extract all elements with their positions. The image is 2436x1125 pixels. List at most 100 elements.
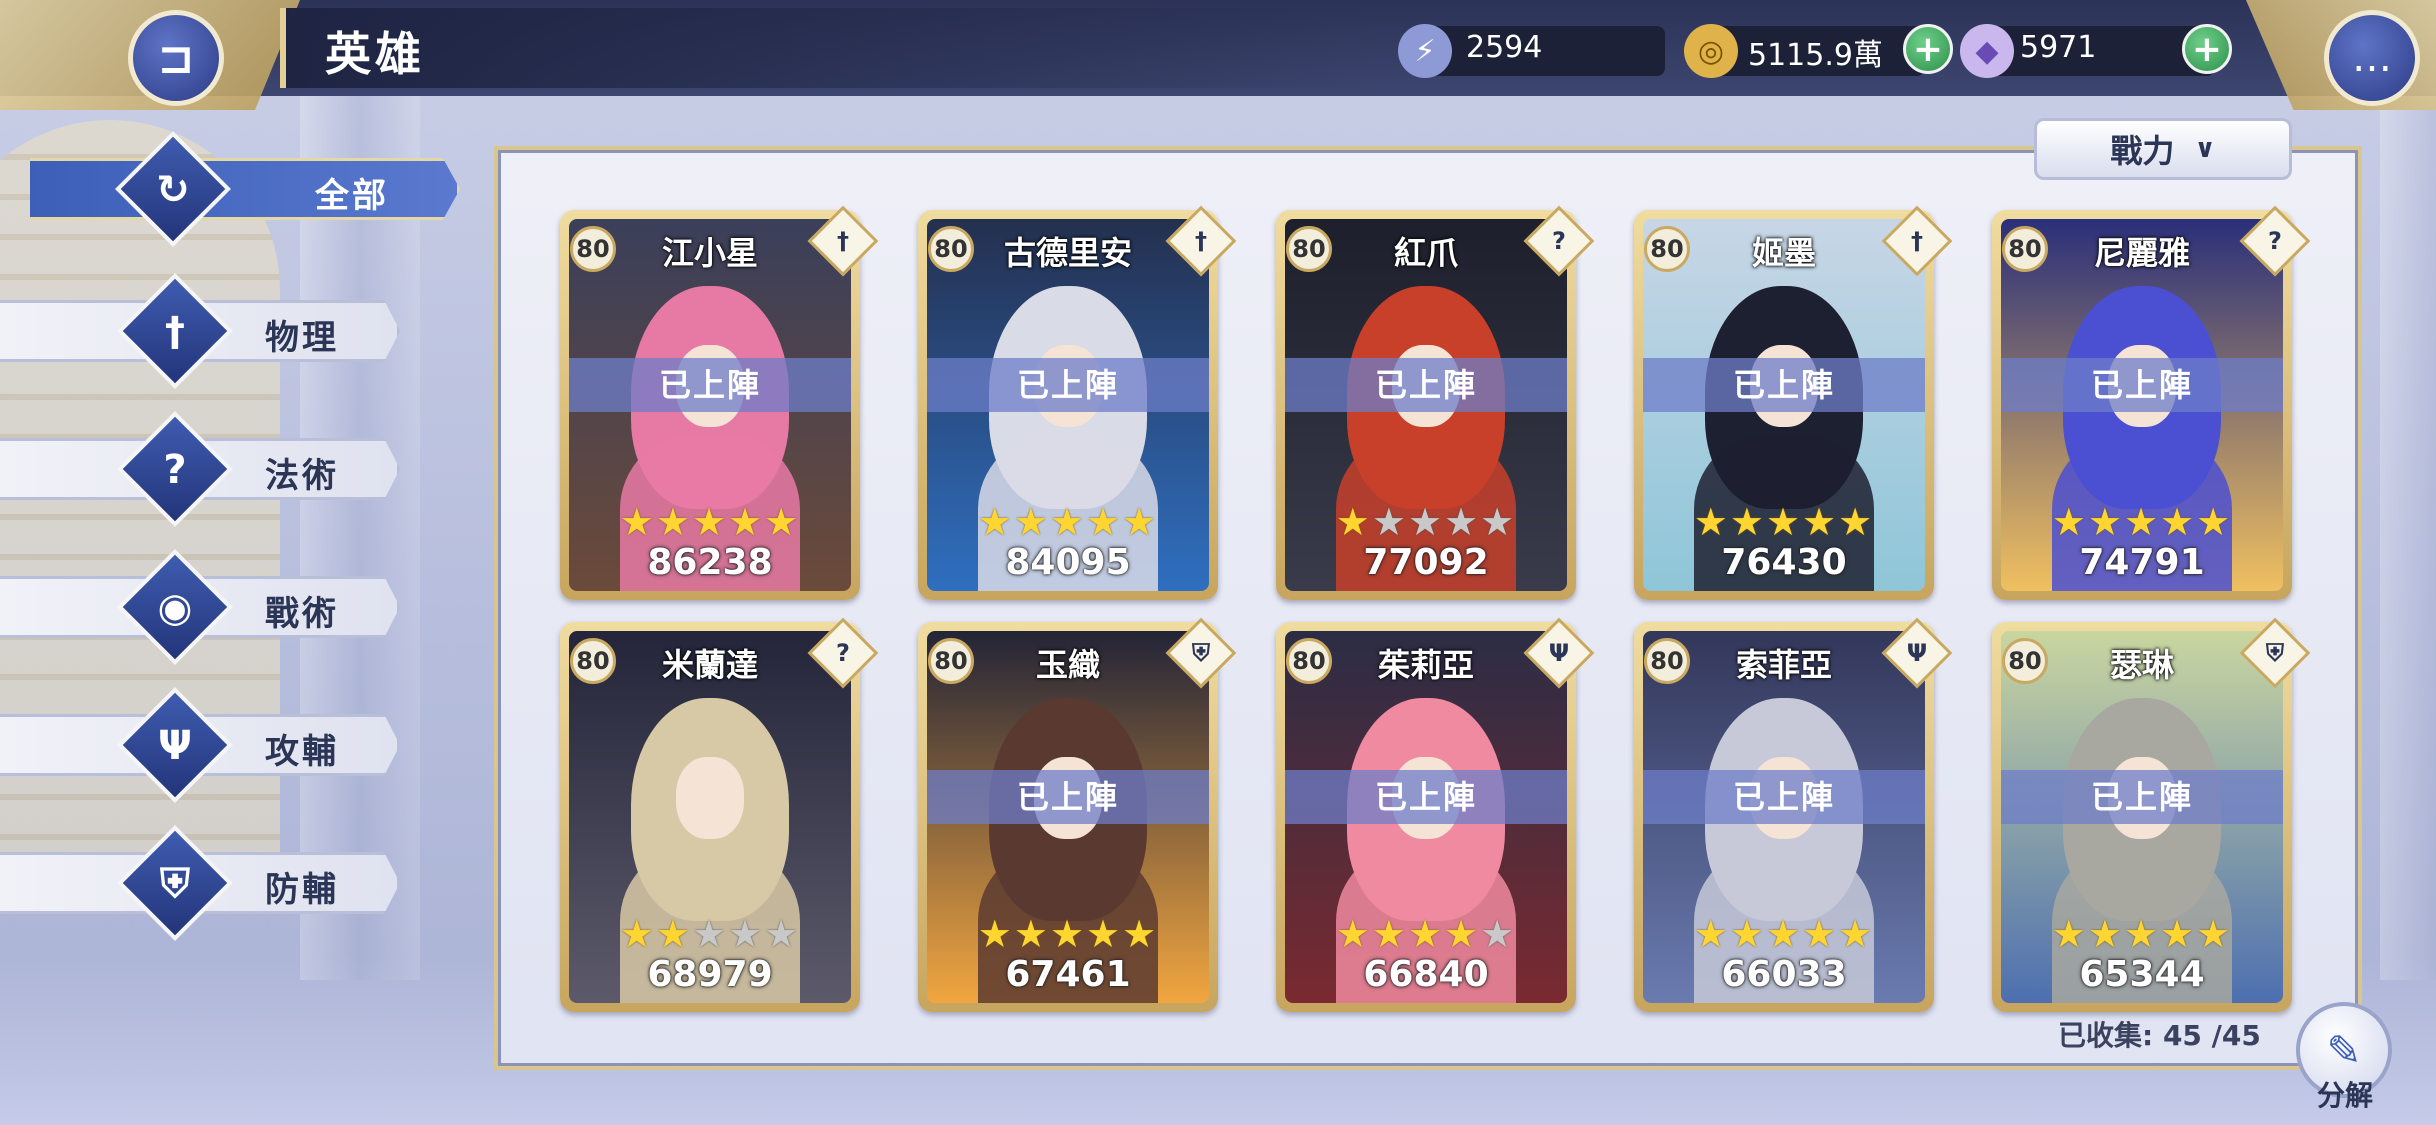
hero-card[interactable]: 80 姬墨 † 已上陣 ★★★★★ 76430 <box>1634 205 1953 600</box>
hero-power: 84095 <box>1005 542 1131 583</box>
star-icon: ★ <box>1765 500 1803 544</box>
chat-icon: … <box>2352 35 2392 81</box>
sidebar-item-label: 防輔 <box>265 870 339 910</box>
sort-label: 戰力 <box>2110 132 2175 170</box>
sidebar-item-all[interactable]: ↻ 全部 <box>0 131 460 247</box>
deployed-banner: 已上陣 <box>1643 770 1925 824</box>
page-title: 英雄 <box>325 27 425 81</box>
sword-icon: † <box>165 309 185 355</box>
star-icon: ★ <box>2123 500 2161 544</box>
star-icon: ★ <box>1122 500 1159 544</box>
magic-icon: ? <box>1552 227 1566 255</box>
chevron-down-icon: ∨ <box>2194 134 2216 164</box>
star-icon: ★ <box>1693 912 1730 956</box>
back-icon: ⊐ <box>157 32 195 84</box>
hero-power: 67461 <box>1005 954 1131 995</box>
star-icon: ★ <box>1444 500 1481 544</box>
title-plate <box>280 8 1380 88</box>
sidebar-item-magic[interactable]: ? 法術 <box>0 411 400 527</box>
star-icon: ★ <box>1480 500 1517 544</box>
shield-icon: ⛨ <box>2266 639 2284 667</box>
hero-card[interactable]: 80 米蘭達? ★★★★★ 68979 <box>560 617 879 1012</box>
star-icon: ★ <box>2160 500 2197 544</box>
diamond-icon: ◆ <box>1960 24 2014 78</box>
deployed-banner: 已上陣 <box>1285 358 1567 412</box>
add-gems-button[interactable]: + <box>2182 24 2232 74</box>
star-icon: ★ <box>1729 500 1766 544</box>
star-icon: ★ <box>1013 912 1050 956</box>
hero-card[interactable]: 80 茱莉亞 Ψ 已上陣 ★★★★★ 66840 <box>1276 617 1595 1012</box>
hero-card[interactable]: 80 瑟琳 ⛨ 已上陣 ★★★★★ 65344 <box>1992 617 2311 1012</box>
star-rating: ★★★★★ <box>1634 500 1934 544</box>
hero-face <box>676 757 744 840</box>
hero-power: 66840 <box>1363 954 1489 995</box>
star-icon: ★ <box>1335 912 1372 956</box>
sort-dropdown[interactable]: 戰力 ∨ <box>2034 118 2292 180</box>
hero-power: 65344 <box>2079 954 2205 995</box>
star-rating: ★★★★★ <box>1276 912 1576 956</box>
star-icon: ★ <box>1444 912 1481 956</box>
attack-support-icon: Ψ <box>158 723 192 769</box>
hero-card[interactable]: 80 古德里安 † 已上陣 ★★★★★ 84095 <box>918 205 1237 600</box>
star-rating: ★★★★★ <box>918 500 1218 544</box>
hero-card[interactable]: 80 江小星 † 已上陣 ★★★★★ 86238 <box>560 205 879 600</box>
star-icon: ★ <box>2051 912 2088 956</box>
hero-card[interactable]: 80 索菲亞 Ψ 已上陣 ★★★★★ 66033 <box>1634 617 1953 1012</box>
star-icon: ★ <box>1480 912 1517 956</box>
magic-icon: ? <box>2268 227 2282 255</box>
sidebar-item-label: 攻輔 <box>265 732 339 772</box>
sidebar-item-attack-support[interactable]: Ψ 攻輔 <box>0 687 400 803</box>
hero-power: 76430 <box>1721 542 1847 583</box>
hero-card[interactable]: 80 玉織 ⛨ 已上陣 ★★★★★ 67461 <box>918 617 1237 1012</box>
sidebar-item-label: 法術 <box>265 456 339 496</box>
attack-support-icon: Ψ <box>1906 639 1928 667</box>
star-rating: ★★★★★ <box>560 912 860 956</box>
star-icon: ★ <box>1729 912 1766 956</box>
star-icon: ★ <box>1765 912 1803 956</box>
star-rating: ★★★★★ <box>1992 500 2292 544</box>
deployed-banner: 已上陣 <box>927 770 1209 824</box>
sidebar-item-label: 物理 <box>265 318 339 358</box>
star-icon: ★ <box>1371 500 1408 544</box>
collected-count: 已收集: 45 /45 <box>2058 1019 2261 1052</box>
deployed-banner: 已上陣 <box>2001 358 2283 412</box>
star-icon: ★ <box>1802 500 1839 544</box>
add-gold-button[interactable]: + <box>1903 24 1953 74</box>
back-button[interactable]: ⊐ <box>128 10 224 106</box>
sidebar-item-physical[interactable]: † 物理 <box>0 273 400 389</box>
shield-icon: ⛨ <box>1192 639 1210 667</box>
deployed-banner: 已上陣 <box>569 358 851 412</box>
chat-button[interactable]: … <box>2324 10 2420 106</box>
star-icon: ★ <box>977 912 1014 956</box>
star-icon: ★ <box>1013 500 1050 544</box>
magic-icon: ? <box>836 639 850 667</box>
attack-support-icon: Ψ <box>1548 639 1570 667</box>
star-icon: ★ <box>1371 912 1408 956</box>
deployed-banner: 已上陣 <box>927 358 1209 412</box>
gem-value: 5971 <box>2020 30 2097 65</box>
star-icon: ★ <box>691 500 729 544</box>
all-icon: ↻ <box>156 167 190 213</box>
decompose-label: 分解 <box>2316 1079 2373 1112</box>
gold-coin-icon: ◎ <box>1684 24 1738 78</box>
star-rating: ★★★★★ <box>918 912 1218 956</box>
star-icon: ★ <box>1407 500 1445 544</box>
hero-card[interactable]: 80 尼麗雅? 已上陣 ★★★★★ 74791 <box>1992 205 2311 600</box>
hero-card[interactable]: 80 紅爪? 已上陣 ★★★★★ 77092 <box>1276 205 1595 600</box>
tactic-icon: ◉ <box>157 585 193 631</box>
deployed-banner: 已上陣 <box>1285 770 1567 824</box>
star-icon: ★ <box>655 500 692 544</box>
shield-icon: ⛨ <box>160 861 190 907</box>
star-icon: ★ <box>619 500 656 544</box>
star-icon: ★ <box>2087 500 2124 544</box>
deployed-banner: 已上陣 <box>1643 358 1925 412</box>
star-icon: ★ <box>655 912 692 956</box>
star-icon: ★ <box>1838 912 1875 956</box>
sidebar-item-defense-support[interactable]: ⛨ 防輔 <box>0 825 400 941</box>
star-icon: ★ <box>2123 912 2161 956</box>
sidebar-item-tactic[interactable]: ◉ 戰術 <box>0 549 400 665</box>
star-rating: ★★★★★ <box>1992 912 2292 956</box>
gold-value: 5115.9萬 <box>1748 38 1883 73</box>
sword-icon: † <box>837 227 849 255</box>
star-rating: ★★★★★ <box>560 500 860 544</box>
